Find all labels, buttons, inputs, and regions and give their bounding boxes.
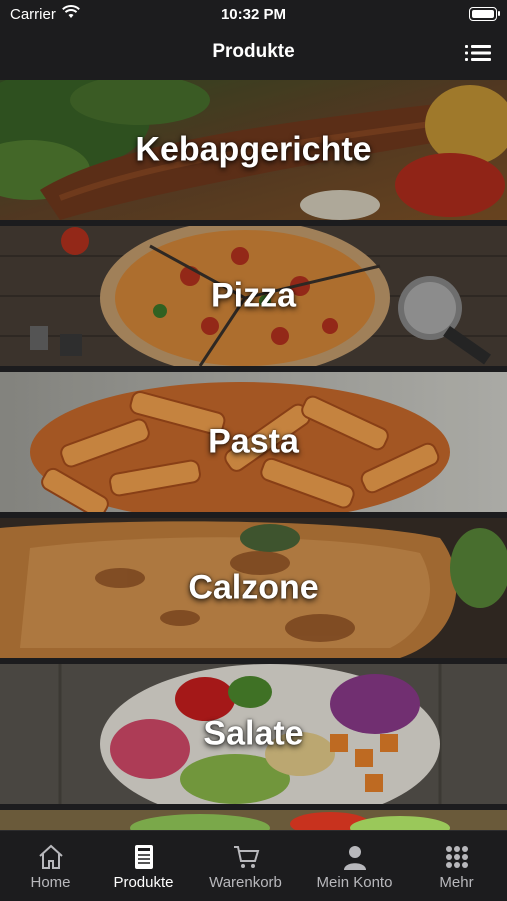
- category-tile-pasta[interactable]: Pasta: [0, 372, 507, 512]
- category-list: Kebapgerichte Pizza Pasta Calzone Salate: [0, 78, 507, 830]
- tab-bar: Home Produkte Warenkorb Mein Konto Mehr: [0, 830, 507, 901]
- person-icon: [343, 846, 366, 870]
- tab-produkte[interactable]: Produkte: [93, 831, 194, 901]
- tab-mehr[interactable]: Mehr: [406, 831, 507, 901]
- clock: 10:32 PM: [220, 6, 287, 23]
- tab-label: Mein Konto: [316, 874, 393, 891]
- grid-icon: [445, 846, 468, 868]
- list-icon[interactable]: [465, 42, 491, 64]
- category-label: Calzone: [188, 568, 319, 607]
- tab-label: Mehr: [439, 874, 474, 891]
- status-bar: Carrier 10:32 PM: [0, 0, 507, 30]
- tab-label: Warenkorb: [209, 874, 282, 891]
- navigation-bar: Produkte: [0, 30, 507, 78]
- category-label: Pasta: [208, 422, 299, 461]
- category-label: Salate: [203, 714, 304, 753]
- category-label: Pizza: [210, 276, 297, 315]
- category-tile-kebapgerichte[interactable]: Kebapgerichte: [0, 80, 507, 220]
- tab-label: Home: [30, 874, 71, 891]
- battery-icon: [469, 7, 500, 21]
- category-tile-next[interactable]: [0, 810, 507, 830]
- category-tile-salate[interactable]: Salate: [0, 664, 507, 804]
- category-tile-calzone[interactable]: Calzone: [0, 518, 507, 658]
- home-icon: [38, 844, 63, 869]
- menu-card-icon: [134, 845, 153, 869]
- category-tile-pizza[interactable]: Pizza: [0, 226, 507, 366]
- category-label: Kebapgerichte: [135, 130, 372, 169]
- cart-icon: [233, 846, 259, 868]
- tab-home[interactable]: Home: [0, 831, 101, 901]
- tab-warenkorb[interactable]: Warenkorb: [195, 831, 296, 901]
- page-title: Produkte: [212, 41, 295, 62]
- tab-label: Produkte: [113, 874, 174, 891]
- tab-mein-konto[interactable]: Mein Konto: [304, 831, 405, 901]
- food-image: [0, 810, 507, 830]
